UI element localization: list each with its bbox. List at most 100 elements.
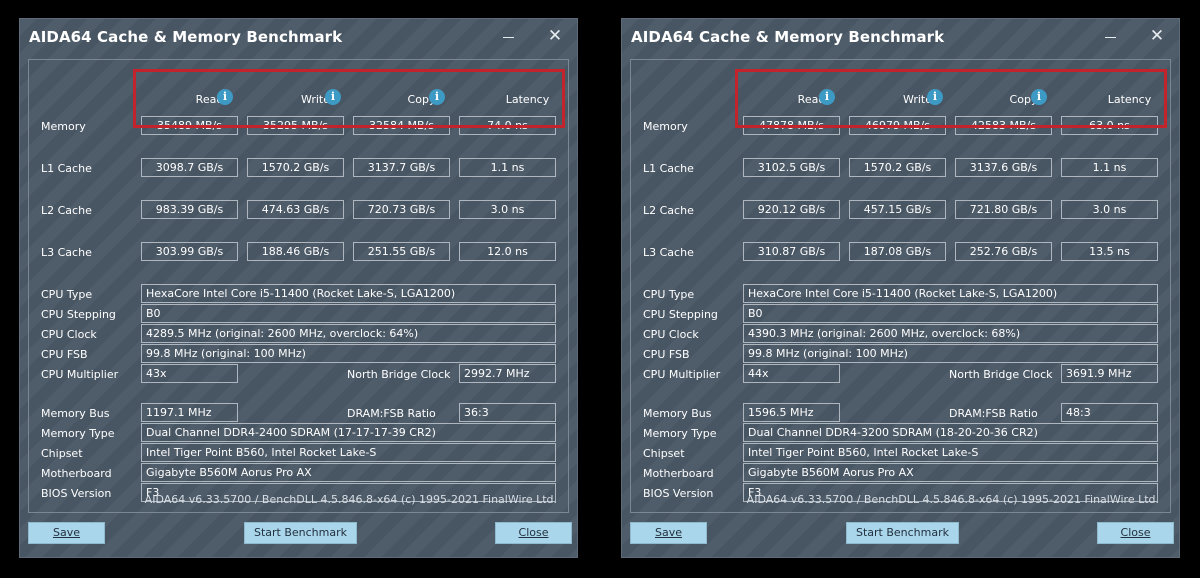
cpu-clock-value: 4289.5 MHz (original: 2600 MHz, overcloc… bbox=[141, 324, 556, 343]
l2-latency-value: 3.0 ns bbox=[459, 200, 556, 219]
save-button-label: Save bbox=[52, 526, 80, 539]
minimize-icon bbox=[1105, 37, 1116, 38]
l1-copy-value: 3137.6 GB/s bbox=[955, 158, 1052, 177]
title-bar[interactable]: AIDA64 Cache & Memory Benchmark ✕ bbox=[20, 19, 577, 55]
motherboard-value: Gigabyte B560M Aorus Pro AX bbox=[141, 463, 556, 482]
bios-version-label: BIOS Version bbox=[643, 487, 714, 500]
minimize-button[interactable] bbox=[498, 25, 520, 47]
cpu-stepping-value: B0 bbox=[743, 304, 1158, 323]
cpu-type-label: CPU Type bbox=[41, 288, 93, 301]
chipset-value: Intel Tiger Point B560, Intel Rocket Lak… bbox=[141, 443, 556, 462]
row-label-l3-cache: L3 Cache bbox=[643, 246, 694, 259]
row-label-l1-cache: L1 Cache bbox=[643, 162, 694, 175]
close-icon: ✕ bbox=[1149, 26, 1165, 46]
cpu-fsb-label: CPU FSB bbox=[643, 348, 690, 361]
l2-read-value: 983.39 GB/s bbox=[141, 200, 238, 219]
cpu-stepping-label: CPU Stepping bbox=[643, 308, 718, 321]
close-button[interactable]: Close bbox=[1097, 522, 1174, 544]
memory-bus-label: Memory Bus bbox=[643, 407, 712, 420]
motherboard-label: Motherboard bbox=[643, 467, 714, 480]
l3-latency-value: 12.0 ns bbox=[459, 242, 556, 261]
save-button-label: Save bbox=[654, 526, 682, 539]
north-bridge-clock-label: North Bridge Clock bbox=[347, 368, 451, 381]
bios-version-label: BIOS Version bbox=[41, 487, 112, 500]
dram-fsb-ratio-label: DRAM:FSB Ratio bbox=[347, 407, 436, 420]
cpu-type-value: HexaCore Intel Core i5-11400 (Rocket Lak… bbox=[141, 284, 556, 303]
memory-type-value: Dual Channel DDR4-3200 SDRAM (18-20-20-3… bbox=[743, 423, 1158, 442]
north-bridge-clock-value: 3691.9 MHz bbox=[1061, 364, 1158, 383]
l3-write-value: 187.08 GB/s bbox=[849, 242, 946, 261]
cpu-clock-value: 4390.3 MHz (original: 2600 MHz, overcloc… bbox=[743, 324, 1158, 343]
l2-write-value: 474.63 GB/s bbox=[247, 200, 344, 219]
chipset-label: Chipset bbox=[41, 447, 83, 460]
cpu-stepping-label: CPU Stepping bbox=[41, 308, 116, 321]
l3-write-value: 188.46 GB/s bbox=[247, 242, 344, 261]
cpu-type-label: CPU Type bbox=[643, 288, 695, 301]
start-benchmark-label: Start Benchmark bbox=[253, 526, 348, 539]
cpu-fsb-label: CPU FSB bbox=[41, 348, 88, 361]
l1-write-value: 1570.2 GB/s bbox=[849, 158, 946, 177]
l3-copy-value: 251.55 GB/s bbox=[353, 242, 450, 261]
close-button[interactable]: Close bbox=[495, 522, 572, 544]
row-label-l2-cache: L2 Cache bbox=[643, 204, 694, 217]
close-button-label: Close bbox=[518, 526, 549, 539]
l2-latency-value: 3.0 ns bbox=[1061, 200, 1158, 219]
cpu-type-value: HexaCore Intel Core i5-11400 (Rocket Lak… bbox=[743, 284, 1158, 303]
row-label-memory: Memory bbox=[643, 120, 688, 133]
l1-latency-value: 1.1 ns bbox=[459, 158, 556, 177]
cpu-clock-label: CPU Clock bbox=[41, 328, 97, 341]
l1-write-value: 1570.2 GB/s bbox=[247, 158, 344, 177]
row-label-l1-cache: L1 Cache bbox=[41, 162, 92, 175]
close-icon: ✕ bbox=[547, 26, 563, 46]
highlight-frame bbox=[133, 69, 565, 128]
minimize-icon bbox=[503, 37, 514, 38]
start-benchmark-label: Start Benchmark bbox=[855, 526, 950, 539]
l1-copy-value: 3137.7 GB/s bbox=[353, 158, 450, 177]
close-window-button[interactable]: ✕ bbox=[544, 25, 566, 47]
north-bridge-clock-label: North Bridge Clock bbox=[949, 368, 1053, 381]
cpu-multiplier-value: 44x bbox=[743, 364, 840, 383]
dram-fsb-ratio-value: 48:3 bbox=[1061, 403, 1158, 422]
cpu-multiplier-label: CPU Multiplier bbox=[643, 368, 721, 381]
minimize-button[interactable] bbox=[1100, 25, 1122, 47]
l2-write-value: 457.15 GB/s bbox=[849, 200, 946, 219]
cpu-multiplier-value: 43x bbox=[141, 364, 238, 383]
memory-bus-value: 1197.1 MHz bbox=[141, 403, 238, 422]
memory-type-label: Memory Type bbox=[41, 427, 115, 440]
motherboard-label: Motherboard bbox=[41, 467, 112, 480]
start-benchmark-button[interactable]: Start Benchmark bbox=[244, 522, 357, 544]
dram-fsb-ratio-value: 36:3 bbox=[459, 403, 556, 422]
cpu-fsb-value: 99.8 MHz (original: 100 MHz) bbox=[141, 344, 556, 363]
version-footer: AIDA64 v6.33.5700 / BenchDLL 4.5.846.8-x… bbox=[746, 493, 1159, 506]
cpu-fsb-value: 99.8 MHz (original: 100 MHz) bbox=[743, 344, 1158, 363]
window-title: AIDA64 Cache & Memory Benchmark bbox=[631, 28, 945, 46]
window-title: AIDA64 Cache & Memory Benchmark bbox=[29, 28, 343, 46]
dram-fsb-ratio-label: DRAM:FSB Ratio bbox=[949, 407, 1038, 420]
close-button-label: Close bbox=[1120, 526, 1151, 539]
save-button[interactable]: Save bbox=[630, 522, 707, 544]
l2-read-value: 920.12 GB/s bbox=[743, 200, 840, 219]
version-footer: AIDA64 v6.33.5700 / BenchDLL 4.5.846.8-x… bbox=[144, 493, 557, 506]
chipset-label: Chipset bbox=[643, 447, 685, 460]
memory-type-label: Memory Type bbox=[643, 427, 717, 440]
row-label-l3-cache: L3 Cache bbox=[41, 246, 92, 259]
l2-copy-value: 721.80 GB/s bbox=[955, 200, 1052, 219]
memory-type-value: Dual Channel DDR4-2400 SDRAM (17-17-17-3… bbox=[141, 423, 556, 442]
l2-copy-value: 720.73 GB/s bbox=[353, 200, 450, 219]
close-window-button[interactable]: ✕ bbox=[1146, 25, 1168, 47]
cpu-multiplier-label: CPU Multiplier bbox=[41, 368, 119, 381]
save-button[interactable]: Save bbox=[28, 522, 105, 544]
north-bridge-clock-value: 2992.7 MHz bbox=[459, 364, 556, 383]
chipset-value: Intel Tiger Point B560, Intel Rocket Lak… bbox=[743, 443, 1158, 462]
l1-read-value: 3098.7 GB/s bbox=[141, 158, 238, 177]
start-benchmark-button[interactable]: Start Benchmark bbox=[846, 522, 959, 544]
l3-read-value: 310.87 GB/s bbox=[743, 242, 840, 261]
cpu-clock-label: CPU Clock bbox=[643, 328, 699, 341]
title-bar[interactable]: AIDA64 Cache & Memory Benchmark ✕ bbox=[622, 19, 1179, 55]
benchmark-window-right: AIDA64 Cache & Memory Benchmark ✕ Read i… bbox=[621, 18, 1180, 558]
motherboard-value: Gigabyte B560M Aorus Pro AX bbox=[743, 463, 1158, 482]
l3-read-value: 303.99 GB/s bbox=[141, 242, 238, 261]
benchmark-window-left: AIDA64 Cache & Memory Benchmark ✕ Read i… bbox=[19, 18, 578, 558]
l3-latency-value: 13.5 ns bbox=[1061, 242, 1158, 261]
row-label-l2-cache: L2 Cache bbox=[41, 204, 92, 217]
